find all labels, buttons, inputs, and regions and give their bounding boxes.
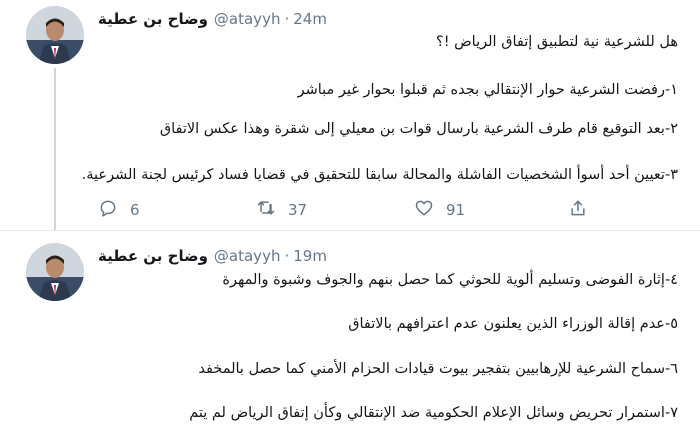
separator-dot: · [284,10,290,28]
separator-dot: · [284,247,290,265]
tweet-text-line: ٥-عدم إقالة الوزراء الذين يعلنون عدم اعت… [348,316,678,332]
author-handle[interactable]: @atayyh [214,247,281,265]
tweet-actions: 6 37 91 [98,198,658,224]
tweet-text-line: ٤-إثارة الفوضى وتسليم ألوية للحوثي كما ح… [222,272,678,288]
author-name[interactable]: وضاح بن عطية [98,10,208,28]
thread-line [54,68,56,230]
timestamp[interactable]: 19m [293,247,327,265]
share-icon [568,198,588,222]
reply-count: 6 [130,201,140,219]
tweet-header: وضاح بن عطية @atayyh · 19m [98,245,327,267]
tweet-text-line: ١-رفضت الشرعية حوار الإنتقالي بجده ثم قب… [297,82,678,98]
author-handle[interactable]: @atayyh [214,10,281,28]
tweet-header: وضاح بن عطية @atayyh · 24m [98,8,327,30]
tweet-1: وضاح بن عطية @atayyh · 24m هل للشرعية ني… [0,0,700,231]
retweet-icon [256,198,276,222]
tweet-text-line: ٦-سماح الشرعية للإرهابيين بتفجير بيوت قي… [198,361,678,377]
reply-icon [98,198,118,222]
like-count: 91 [446,201,466,219]
author-name[interactable]: وضاح بن عطية [98,247,208,265]
avatar[interactable] [26,6,84,64]
avatar[interactable] [26,243,84,301]
share-button[interactable] [568,198,588,222]
retweet-button[interactable]: 37 [256,198,307,222]
tweet-text-line: هل للشرعية نية لتطبيق إتفاق الرياض !؟ [436,34,678,50]
timestamp[interactable]: 24m [293,10,327,28]
retweet-count: 37 [288,201,308,219]
like-button[interactable]: 91 [414,198,465,222]
tweet-text-line: ٧-استمرار تحريض وسائل الإعلام الحكومية ض… [189,405,678,421]
heart-icon [414,198,434,222]
tweet-text-line: ٢-بعد التوقيع قام طرف الشرعية بارسال قوا… [159,121,678,137]
tweet-2: وضاح بن عطية @atayyh · 19m ٤-إثارة الفوض… [0,231,700,434]
reply-button[interactable]: 6 [98,198,140,222]
tweet-text-line: ٣-تعيين أحد أسوأ الشخصيات الفاشلة والمحا… [81,167,678,183]
